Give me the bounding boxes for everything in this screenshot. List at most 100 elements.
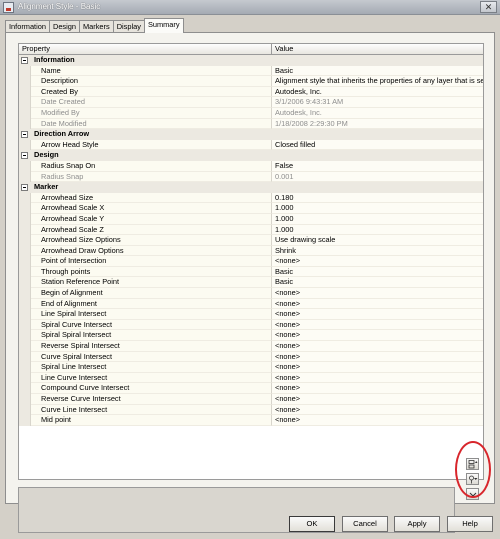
property-name: Description [31,76,272,87]
collapse-toggle-icon[interactable] [21,183,28,191]
property-name: Created By [31,86,272,98]
category-row[interactable]: Direction Arrow [19,129,483,140]
property-row[interactable]: Curve Line Intersect <none> [19,404,483,416]
property-row[interactable]: Arrowhead Draw Options Shrink [19,245,483,257]
category-gutter [19,150,31,161]
property-value[interactable]: <none> [272,362,483,373]
property-row[interactable]: Date Created 3/1/2006 9:43:31 AM [19,97,483,108]
property-value[interactable]: 1.000 [272,203,483,214]
property-row[interactable]: Name Basic [19,65,483,77]
property-row[interactable]: Radius Snap 0.001 [19,171,483,183]
row-gutter [19,330,31,342]
property-value[interactable]: Basic [272,277,483,289]
property-name: Curve Spiral Intersect [31,351,272,363]
collapse-toggle-icon[interactable] [21,56,28,64]
property-row[interactable]: Begin of Alignment <none> [19,288,483,299]
title-bar: Alignment Style - Basic ✕ [0,0,500,15]
row-gutter [19,76,31,87]
row-gutter [19,309,31,320]
property-row[interactable]: Arrowhead Scale Y 1.000 [19,213,483,225]
category-label: Information [31,55,483,66]
property-row[interactable]: Arrowhead Size 0.180 [19,192,483,204]
property-value[interactable]: <none> [272,309,483,320]
row-gutter [19,256,31,267]
property-row[interactable]: Curve Spiral Intersect <none> [19,351,483,363]
property-row[interactable]: Radius Snap On False [19,160,483,172]
property-value[interactable]: 0.180 [272,192,483,204]
property-value[interactable]: 1.000 [272,224,483,236]
category-gutter [19,55,31,66]
property-value[interactable]: False [272,160,483,172]
property-row[interactable]: Created By Autodesk, Inc. [19,86,483,98]
property-value[interactable]: <none> [272,319,483,331]
cancel-button[interactable]: Cancel [342,516,388,532]
property-row[interactable]: Spiral Line Intersect <none> [19,362,483,373]
property-value[interactable]: Alignment style that inherits the proper… [272,76,483,87]
property-name: Date Modified [31,118,272,130]
property-name: End of Alignment [31,298,272,310]
property-row[interactable]: Line Curve Intersect <none> [19,372,483,384]
property-row[interactable]: Line Spiral Intersect <none> [19,309,483,320]
property-value[interactable]: 1.000 [272,213,483,225]
summary-panel: Property Value Information Name Basic Descr… [5,32,495,533]
property-value[interactable]: <none> [272,383,483,394]
property-row[interactable]: Through points Basic [19,266,483,278]
property-row[interactable]: Arrow Head Style Closed filled [19,139,483,151]
category-row[interactable]: Design [19,150,483,161]
property-grid: Property Value Information Name Basic Descr… [18,43,484,480]
row-gutter [19,160,31,172]
grid-body: Information Name Basic Description Alignment… [19,55,483,426]
property-value[interactable]: <none> [272,288,483,299]
property-row[interactable]: Spiral Curve Intersect <none> [19,319,483,331]
tab-summary[interactable]: Summary [143,18,184,33]
row-gutter [19,266,31,278]
property-row[interactable]: End of Alignment <none> [19,298,483,310]
property-value[interactable]: <none> [272,372,483,384]
help-button[interactable]: Help [447,516,493,532]
property-name: Spiral Line Intersect [31,362,272,373]
property-value[interactable]: <none> [272,330,483,342]
property-value[interactable]: <none> [272,256,483,267]
property-row[interactable]: Reverse Spiral Intersect <none> [19,341,483,352]
property-value[interactable]: Basic [272,65,483,77]
property-row[interactable]: Reverse Curve Intersect <none> [19,394,483,405]
category-gutter [19,129,31,140]
ok-button[interactable]: OK [289,516,335,532]
collapse-toggle-icon[interactable] [21,130,28,138]
property-row[interactable]: Arrowhead Size Options Use drawing scale [19,235,483,246]
property-value[interactable]: <none> [272,341,483,352]
row-gutter [19,224,31,236]
property-row[interactable]: Station Reference Point Basic [19,277,483,289]
property-name: Compound Curve Intersect [31,383,272,394]
property-row[interactable]: Point of Intersection <none> [19,256,483,267]
property-row[interactable]: Arrowhead Scale Z 1.000 [19,224,483,236]
value-column-header[interactable]: Value [272,44,483,54]
property-value[interactable]: Autodesk, Inc. [272,86,483,98]
property-value[interactable]: <none> [272,298,483,310]
property-column-header[interactable]: Property [19,44,272,54]
property-value[interactable]: Shrink [272,245,483,257]
property-value[interactable]: Use drawing scale [272,235,483,246]
property-value[interactable]: <none> [272,404,483,416]
category-row[interactable]: Information [19,55,483,66]
property-value[interactable]: <none> [272,394,483,405]
property-row[interactable]: Mid point <none> [19,415,483,426]
property-row[interactable]: Spiral Spiral Intersect <none> [19,330,483,342]
property-value[interactable]: <none> [272,351,483,363]
property-row[interactable]: Compound Curve Intersect <none> [19,383,483,394]
property-name: Name [31,65,272,77]
row-gutter [19,383,31,394]
property-name: Mid point [31,415,272,426]
property-value[interactable]: <none> [272,415,483,426]
property-row[interactable]: Modified By Autodesk, Inc. [19,107,483,119]
close-button[interactable]: ✕ [480,1,497,13]
property-value[interactable]: Closed filled [272,139,483,151]
property-row[interactable]: Arrowhead Scale X 1.000 [19,203,483,214]
collapse-toggle-icon[interactable] [21,151,28,159]
property-row[interactable]: Date Modified 1/18/2008 2:29:30 PM [19,118,483,130]
property-value[interactable]: Basic [272,266,483,278]
property-row[interactable]: Description Alignment style that inherits… [19,76,483,87]
category-row[interactable]: Marker [19,182,483,193]
description-area [18,487,455,533]
apply-button[interactable]: Apply [394,516,440,532]
